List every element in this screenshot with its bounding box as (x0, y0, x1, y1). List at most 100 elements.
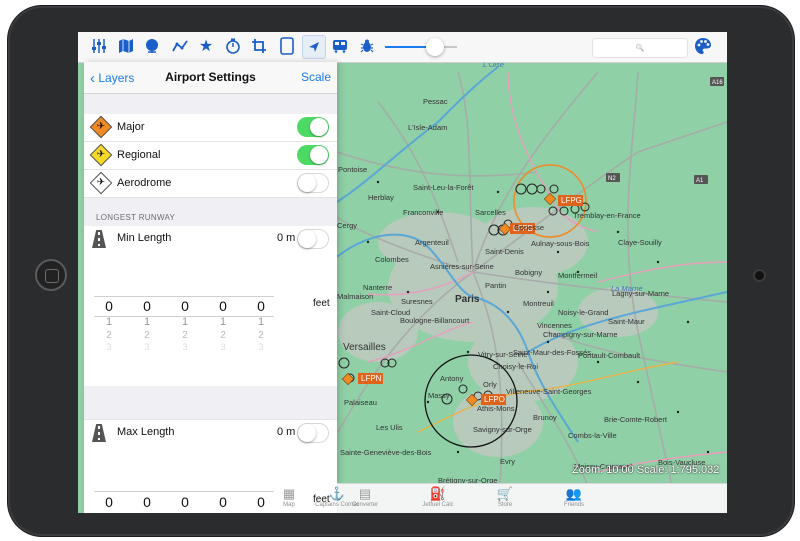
place-label: Nanterre (363, 283, 392, 292)
place-label: Palaiseau (344, 398, 377, 407)
picker-column[interactable]: 0123 (132, 298, 162, 352)
place-label: L'Isle-Adam (408, 123, 447, 132)
map-icon[interactable] (115, 35, 137, 57)
aerodrome-toggle[interactable] (297, 173, 329, 193)
airport-type-row-aerodrome[interactable]: ✈ Aerodrome (84, 170, 337, 198)
home-button[interactable] (35, 259, 67, 291)
palette-icon[interactable] (692, 35, 714, 57)
road-label: A1 (696, 178, 704, 184)
train-icon[interactable] (329, 35, 351, 57)
airport-label-lfpg[interactable]: LFPG (561, 196, 582, 205)
airport-label-lfpo[interactable]: LFPO (484, 395, 505, 404)
picker-column[interactable]: 01 (208, 494, 238, 513)
place-label: Vincennes (537, 321, 572, 330)
cart-icon: 🛒 (496, 486, 514, 501)
tab-friends[interactable]: 👥 Friends (544, 486, 604, 508)
place-label: La Marne (611, 284, 643, 293)
tab-jetfuel-calc[interactable]: ⛽ Jetfuel Calc (408, 486, 468, 508)
airport-type-label: Aerodrome (117, 177, 172, 189)
place-label: Athis-Mons (477, 404, 515, 413)
airport-type-label: Regional (117, 149, 161, 161)
min-length-toggle[interactable] (297, 229, 329, 249)
place-label: Colombes (375, 255, 409, 264)
front-camera (755, 271, 764, 280)
panel-title: Airport Settings (165, 70, 256, 84)
picker-column[interactable]: 0123 (208, 298, 238, 352)
route-icon[interactable] (169, 35, 191, 57)
picker-column[interactable]: 0123 (246, 298, 276, 352)
bug-icon[interactable] (356, 35, 378, 57)
zoom-slider-knob[interactable] (426, 38, 445, 56)
picker-column[interactable]: 0123 (94, 298, 124, 352)
place-label: Gonesse (514, 223, 544, 232)
longest-runway-header: LONGEST RUNWAY (96, 213, 176, 222)
place-label: Champigny-sur-Marne (543, 330, 618, 339)
place-label: Sarcelles (475, 208, 506, 217)
place-label: Pontault-Combault (578, 351, 641, 360)
plane-icon: ✈ (96, 121, 106, 132)
place-label: Antony (440, 374, 464, 383)
regional-toggle[interactable] (297, 145, 329, 165)
place-label: Savigny-sur-Orge (473, 425, 532, 434)
place-label: Bobigny (515, 268, 542, 277)
screen: LFPG LFPB LFPO LFPN L'Oise Pessac L'Isle-A… (78, 32, 727, 513)
airport-type-row-regional[interactable]: ✈ Regional (84, 142, 337, 170)
star-icon[interactable]: ★ (195, 35, 217, 57)
place-label: Asnières-sur-Seine (430, 262, 494, 271)
search-field[interactable]: 🔍 (592, 38, 688, 58)
road-label: A16 (712, 80, 723, 86)
place-label: Pontoise (338, 165, 367, 174)
sliders-icon[interactable] (88, 35, 110, 57)
search-icon: 🔍 (635, 45, 645, 52)
picker-column[interactable]: 01 (94, 494, 124, 513)
min-length-value: 0 m (277, 232, 296, 244)
airport-settings-panel: ‹ Layers Airport Settings Scale ✈ Major … (84, 62, 337, 513)
max-length-value: 0 m (277, 426, 296, 438)
place-label: Boulogne-Billancourt (400, 316, 470, 325)
globe-icon[interactable] (141, 35, 163, 57)
place-label: Orly (483, 380, 497, 389)
place-label: Paris (455, 294, 480, 305)
place-label: Brie-Comte-Robert (604, 415, 668, 424)
place-label: Herblay (368, 193, 394, 202)
timer-icon[interactable] (222, 35, 244, 57)
scale-button[interactable]: Scale (301, 70, 331, 84)
min-length-section: Min Length 0 m feet 0123 0123 0123 0123 … (84, 226, 337, 386)
airport-type-row-major[interactable]: ✈ Major (84, 114, 337, 142)
min-length-label: Min Length (117, 232, 172, 244)
airport-type-label: Major (117, 121, 145, 133)
place-label: Malmaison (337, 292, 373, 301)
picker-column[interactable]: 0123 (170, 298, 200, 352)
place-label: Montreuil (523, 299, 554, 308)
place-label: Saint-Maur (608, 317, 645, 326)
tab-store[interactable]: 🛒 Store (475, 486, 535, 508)
place-label: Suresnes (401, 297, 433, 306)
place-label: Cergy (337, 221, 357, 230)
place-label: Franconville (403, 208, 443, 217)
picker-column[interactable]: 01 (132, 494, 162, 513)
place-label: Versailles (343, 342, 386, 353)
location-arrow-icon[interactable] (302, 35, 326, 59)
friends-icon: 👥 (565, 486, 583, 501)
place-label: Aulnay-sous-Bois (531, 239, 590, 248)
place-label: Choisy-le-Roi (493, 362, 538, 371)
calculator-icon: ▤ (358, 486, 372, 501)
max-length-toggle[interactable] (297, 423, 329, 443)
crop-icon[interactable] (248, 35, 270, 57)
place-label: Combs-la-Ville (568, 431, 617, 440)
picker-selection-line (94, 491, 274, 492)
min-length-unit: feet (313, 298, 330, 309)
max-length-label: Max Length (117, 426, 175, 438)
place-label: Pantin (485, 281, 506, 290)
tablet-icon[interactable] (276, 35, 298, 57)
top-toolbar: ★ 🔍 (78, 32, 727, 63)
airport-label-lfpn[interactable]: LFPN (361, 374, 382, 383)
tab-converter[interactable]: ▤ Converter (335, 486, 395, 508)
major-toggle[interactable] (297, 117, 329, 137)
place-label: Massy (428, 391, 450, 400)
bottom-tab-bar: ▦ Map ⚓ Captains Corner ▤ Converter ⛽ Jetfue… (283, 483, 727, 513)
picker-column[interactable]: 01 (170, 494, 200, 513)
plane-icon: ✈ (96, 177, 106, 188)
place-label: Brunoy (533, 413, 557, 422)
place-label: Montfermeil (558, 271, 598, 280)
